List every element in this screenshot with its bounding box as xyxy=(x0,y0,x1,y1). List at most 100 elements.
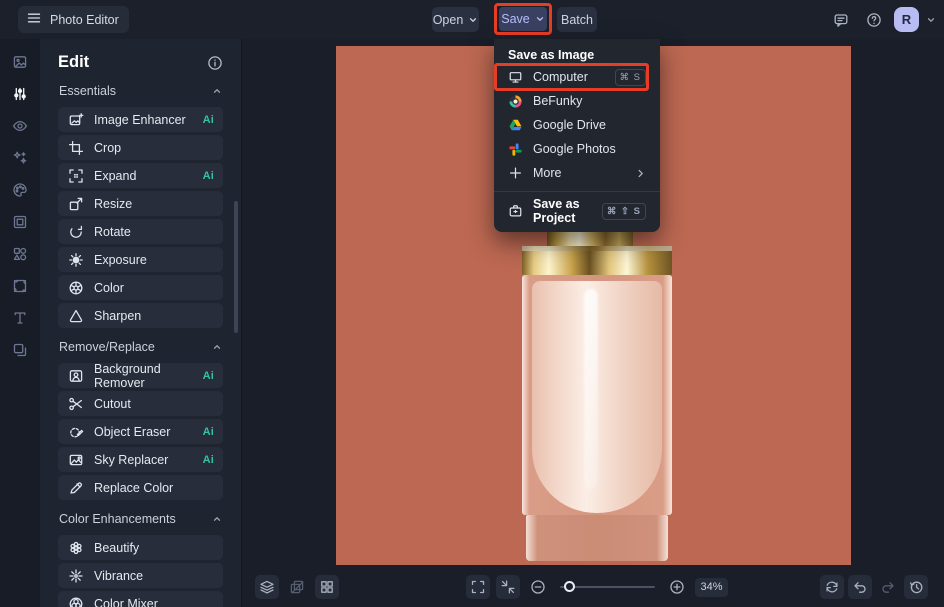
layers-icon xyxy=(259,579,275,595)
panel-scrollbar[interactable] xyxy=(234,201,238,333)
sharpen-icon xyxy=(68,308,84,324)
rail-item-overlays[interactable] xyxy=(7,274,33,297)
tool-object-eraser[interactable]: Object EraserAi xyxy=(58,419,223,444)
grid-icon xyxy=(319,579,335,595)
edit-sections: Essentials Image EnhancerAi Crop ExpandAi Re… xyxy=(58,84,223,607)
reset-icon xyxy=(824,579,840,595)
text-icon xyxy=(12,310,28,326)
tool-exposure[interactable]: Exposure xyxy=(58,247,223,272)
zoom-slider[interactable] xyxy=(560,586,655,588)
save-button[interactable]: Save xyxy=(499,7,547,31)
chevron-down-icon xyxy=(535,14,545,24)
toolbar-right-group xyxy=(820,575,928,599)
account-chevron-down-icon[interactable] xyxy=(926,15,936,25)
image-enhancer-icon xyxy=(68,112,84,128)
rail-item-frames[interactable] xyxy=(7,210,33,233)
section-label[interactable]: Remove/Replace xyxy=(59,340,222,354)
layers-panel-button[interactable] xyxy=(255,575,279,599)
menu-item-befunky[interactable]: BeFunky xyxy=(494,89,660,113)
toolbar-zoom-group: 34% xyxy=(466,575,728,599)
rail-item-image-manager[interactable] xyxy=(7,50,33,73)
shapes-icon xyxy=(12,246,28,262)
edit-panel: Edit EssentialsImage EnhancerAiCropExpan… xyxy=(40,39,242,607)
tool-sharpen[interactable]: Sharpen xyxy=(58,303,223,328)
tool-rotate[interactable]: Rotate xyxy=(58,219,223,244)
menu-item-save-as-project[interactable]: Save as Project ⌘ ⇧ S xyxy=(494,199,660,223)
avatar[interactable]: R xyxy=(894,7,919,32)
menu-item-computer[interactable]: Computer⌘ S xyxy=(494,65,660,89)
rail-item-artsy[interactable] xyxy=(7,178,33,201)
redo-icon xyxy=(880,579,896,595)
vibrance-icon xyxy=(68,568,84,584)
section-label[interactable]: Essentials xyxy=(59,84,222,98)
expand-icon xyxy=(68,168,84,184)
compare-button xyxy=(285,575,309,599)
info-icon[interactable] xyxy=(207,55,223,71)
topbar-right: R xyxy=(828,0,936,39)
chevron-up-icon xyxy=(212,342,222,352)
grid-view-button[interactable] xyxy=(315,575,339,599)
cutout-icon xyxy=(68,396,84,412)
tool-vibrance[interactable]: Vibrance xyxy=(58,563,223,588)
reset-button[interactable] xyxy=(820,575,844,599)
shortcut-badge: ⌘ S xyxy=(615,69,646,86)
batch-button[interactable]: Batch xyxy=(557,7,597,32)
sliders-icon xyxy=(12,86,28,102)
main-menu-button[interactable]: Photo Editor xyxy=(18,6,129,33)
project-icon xyxy=(508,203,523,219)
save-annotation-box: Save xyxy=(494,3,552,35)
left-rail xyxy=(0,39,40,607)
tool-resize[interactable]: Resize xyxy=(58,191,223,216)
chevron-down-icon xyxy=(468,15,478,25)
rail-item-text[interactable] xyxy=(7,306,33,329)
section-label[interactable]: Color Enhancements xyxy=(59,512,222,526)
layers-copy-icon xyxy=(12,342,28,358)
tool-color[interactable]: Color xyxy=(58,275,223,300)
ornate-frame-icon xyxy=(12,278,28,294)
menu-item-google-photos[interactable]: Google Photos xyxy=(494,137,660,161)
app-title: Photo Editor xyxy=(50,13,119,27)
menu-item-google-drive[interactable]: Google Drive xyxy=(494,113,660,137)
chevron-right-icon xyxy=(635,168,646,179)
rail-item-touch-up[interactable] xyxy=(7,114,33,137)
rail-item-effects[interactable] xyxy=(7,146,33,169)
chevron-up-icon xyxy=(212,514,222,524)
google-photos-icon xyxy=(508,142,523,157)
zoom-in-icon[interactable] xyxy=(665,575,689,599)
bottom-toolbar: 34% xyxy=(242,569,944,607)
save-menu-header: Save as Image xyxy=(494,44,660,65)
beautify-icon xyxy=(68,540,84,556)
tool-color-mixer[interactable]: Color Mixer xyxy=(58,591,223,607)
bottle-liquid xyxy=(532,281,662,513)
tool-background-remover[interactable]: Background RemoverAi xyxy=(58,363,223,388)
rail-item-layers[interactable] xyxy=(7,338,33,361)
ai-badge: Ai xyxy=(203,454,214,466)
color-mixer-icon xyxy=(68,596,84,607)
open-button[interactable]: Open xyxy=(432,7,479,32)
zoom-out-icon[interactable] xyxy=(526,575,550,599)
sky-replacer-icon xyxy=(68,452,84,468)
toolbar-left-group xyxy=(255,575,339,599)
tool-sky-replacer[interactable]: Sky ReplacerAi xyxy=(58,447,223,472)
tool-replace-color[interactable]: Replace Color xyxy=(58,475,223,500)
fit-to-screen-button[interactable] xyxy=(496,575,520,599)
menu-item-more[interactable]: More xyxy=(494,161,660,185)
history-button[interactable] xyxy=(904,575,928,599)
sparkles-icon xyxy=(12,150,28,166)
ai-badge: Ai xyxy=(203,114,214,126)
tool-crop[interactable]: Crop xyxy=(58,135,223,160)
rail-item-graphics[interactable] xyxy=(7,242,33,265)
rail-item-edit[interactable] xyxy=(7,82,33,105)
fullscreen-button[interactable] xyxy=(466,575,490,599)
fullscreen-icon xyxy=(470,579,486,595)
tool-image-enhancer[interactable]: Image EnhancerAi xyxy=(58,107,223,132)
zoom-level[interactable]: 34% xyxy=(695,578,728,597)
computer-icon xyxy=(508,69,523,85)
tool-cutout[interactable]: Cutout xyxy=(58,391,223,416)
undo-button[interactable] xyxy=(848,575,872,599)
tool-expand[interactable]: ExpandAi xyxy=(58,163,223,188)
tool-beautify[interactable]: Beautify xyxy=(58,535,223,560)
help-icon[interactable] xyxy=(861,7,887,33)
feedback-icon[interactable] xyxy=(828,7,854,33)
zoom-slider-handle[interactable] xyxy=(564,581,575,592)
